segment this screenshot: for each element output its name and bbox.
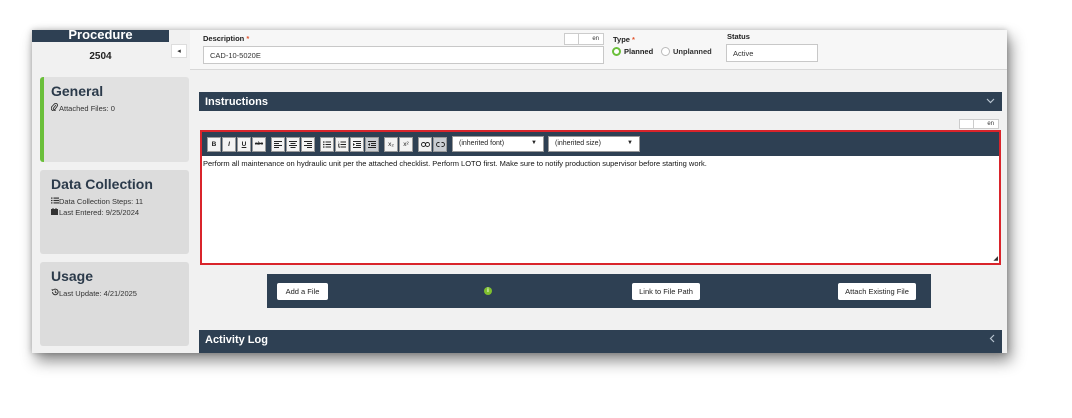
info-icon[interactable]: i (484, 287, 492, 295)
procedure-title: Procedure (68, 30, 133, 42)
list-icon (51, 196, 59, 207)
card-title: Usage (51, 268, 94, 284)
bold-button[interactable]: B (207, 136, 221, 152)
resize-handle-icon[interactable]: ◢ (993, 255, 998, 262)
radio-empty-icon (661, 47, 670, 56)
add-file-button[interactable]: Add a File (277, 283, 328, 300)
card-title: Data Collection (51, 176, 153, 192)
italic-button[interactable]: I (222, 136, 236, 152)
app-window: Procedure ◂ 2504 General Attached Files:… (32, 30, 1007, 353)
instructions-title: Instructions (205, 96, 268, 108)
main-panel: Description * en CAD-10-5020E Type * Pla… (190, 30, 1007, 353)
instructions-body-text[interactable]: Perform all maintenance on hydraulic uni… (203, 159, 707, 168)
sidebar-card-data-collection[interactable]: Data Collection Data Collection Steps: 1… (40, 170, 189, 254)
align-right-icon[interactable] (301, 136, 315, 152)
collapse-sidebar-button[interactable]: ◂ (171, 44, 187, 58)
attachments-bar: Add a File i Link to File Path Attach Ex… (267, 274, 931, 308)
activity-log-section-header[interactable]: Activity Log (199, 330, 1002, 353)
status-field[interactable]: Active (726, 44, 818, 62)
description-input[interactable]: CAD-10-5020E (203, 46, 604, 64)
language-selector[interactable]: en (564, 33, 604, 45)
sidebar: Procedure ◂ 2504 General Attached Files:… (32, 30, 190, 353)
radio-selected-icon (612, 47, 621, 56)
header-fields: Description * en CAD-10-5020E Type * Pla… (190, 30, 1007, 70)
paperclip-icon (50, 102, 59, 114)
instructions-section-header[interactable]: Instructions (199, 92, 1002, 111)
numbered-list-icon[interactable] (335, 136, 349, 152)
sidebar-card-general[interactable]: General Attached Files: 0 (40, 77, 189, 162)
calendar-icon (51, 207, 59, 218)
card-line: Last Entered: 9/25/2024 (51, 207, 189, 218)
link-icon[interactable] (418, 136, 432, 152)
type-radio-unplanned[interactable]: Unplanned (661, 47, 712, 56)
font-family-select[interactable]: (inherited font) ▼ (452, 136, 544, 152)
card-title: General (51, 83, 104, 99)
card-line: Data Collection Steps: 11 (51, 196, 189, 207)
instructions-language-selector[interactable]: en (959, 119, 999, 129)
subscript-button[interactable]: x₂ (384, 136, 398, 152)
dropdown-arrow-icon: ▼ (531, 140, 537, 146)
font-size-select[interactable]: (inherited size) ▼ (548, 136, 640, 152)
instructions-editor[interactable]: B I U abc x₂ x² (inherited font) ▼ (inhe… (200, 130, 1001, 265)
procedure-header: Procedure (32, 30, 169, 42)
card-line: Attached Files: 0 (50, 102, 189, 114)
status-label: Status (727, 32, 750, 41)
link-file-path-button[interactable]: Link to File Path (632, 283, 700, 300)
chevron-down-icon[interactable] (986, 96, 995, 106)
sidebar-card-usage[interactable]: Usage Last Update: 4/21/2025 (40, 262, 189, 346)
underline-button[interactable]: U (237, 136, 251, 152)
outdent-icon[interactable] (350, 136, 364, 152)
type-radio-planned[interactable]: Planned (612, 47, 653, 56)
activity-log-title: Activity Log (205, 334, 268, 346)
strikethrough-button[interactable]: abc (252, 136, 266, 152)
dropdown-arrow-icon: ▼ (627, 140, 633, 146)
description-label: Description * (203, 34, 250, 43)
bullet-list-icon[interactable] (320, 136, 334, 152)
procedure-number: 2504 (89, 51, 112, 62)
align-center-icon[interactable] (286, 136, 300, 152)
card-line: Last Update: 4/21/2025 (51, 288, 189, 299)
attach-existing-file-button[interactable]: Attach Existing File (838, 283, 916, 300)
type-label: Type * (613, 35, 635, 44)
editor-toolbar: B I U abc x₂ x² (inherited font) ▼ (inhe… (202, 132, 999, 156)
unlink-icon[interactable] (433, 136, 447, 152)
indent-icon[interactable] (365, 136, 379, 152)
superscript-button[interactable]: x² (399, 136, 413, 152)
align-left-icon[interactable] (271, 136, 285, 152)
history-icon (51, 288, 59, 299)
chevron-left-icon[interactable] (989, 334, 995, 345)
